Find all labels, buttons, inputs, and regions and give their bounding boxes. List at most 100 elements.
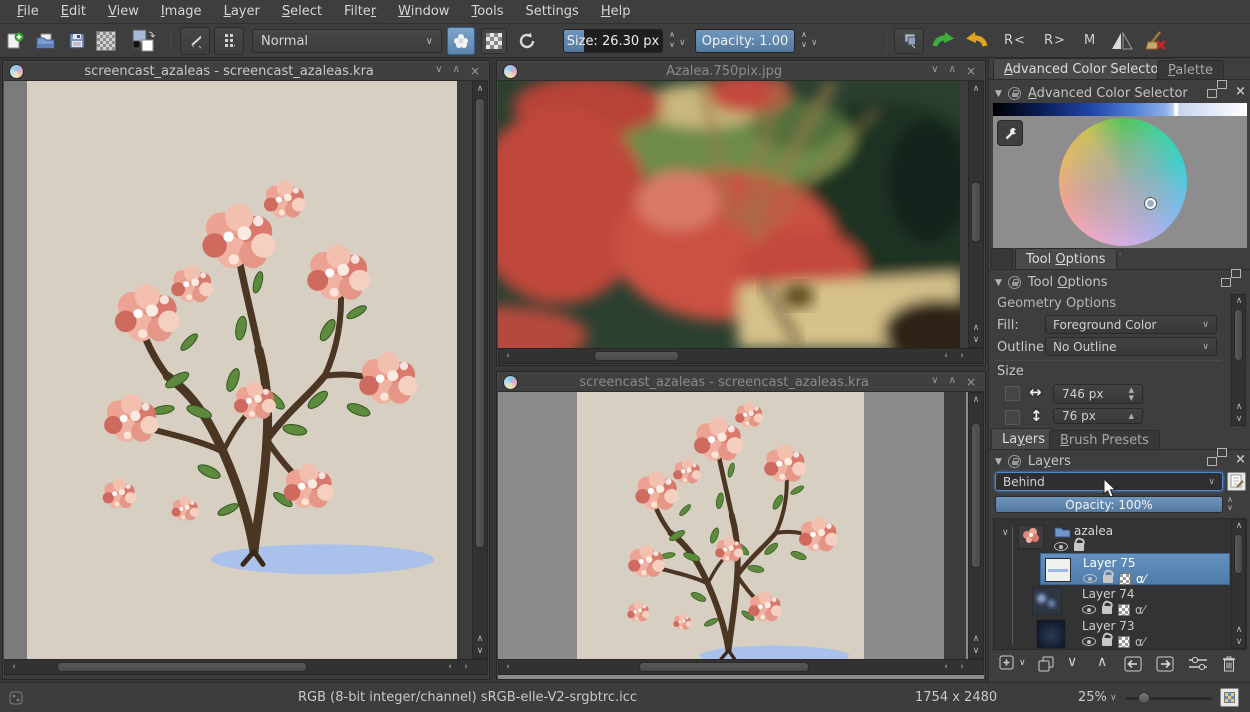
layer-flags[interactable] [1054, 539, 1084, 553]
scroll-left-icon[interactable]: ‹ [501, 351, 515, 361]
scroll-left-icon[interactable]: ‹ [443, 662, 457, 672]
menu-tools[interactable]: Tools [460, 1, 514, 22]
window2-vscrollbar[interactable]: ∧ ∧ ∨ [968, 81, 984, 348]
layer-row-azalea[interactable]: ∨ azalea [994, 521, 1230, 553]
scroll-handle[interactable] [971, 423, 981, 568]
window3-viewport[interactable]: ∧ ∧ ∨ ‹ ‹ › [498, 392, 984, 679]
menu-view[interactable]: View [97, 1, 150, 22]
close-docker-icon[interactable]: × [1235, 84, 1246, 99]
restore-icon[interactable]: ∨ [435, 64, 442, 78]
zoom-chevron-icon[interactable]: ∨ [1110, 693, 1117, 703]
freehand-tool-button[interactable] [180, 27, 210, 55]
window3-titlebar[interactable]: screencast_azaleas - screencast_azaleas.… [498, 373, 984, 392]
collapse-triangle-icon[interactable]: ▼ [995, 278, 1002, 288]
scroll-down-icon[interactable]: ∨ [1232, 637, 1246, 647]
layer-properties-button[interactable] [1187, 655, 1209, 677]
tab-tool-options[interactable]: Tool Options [1015, 248, 1117, 269]
tab-brush-presets[interactable]: Brush Presets [1049, 430, 1160, 449]
scroll-left-icon[interactable]: ‹ [939, 351, 953, 361]
tab-palette[interactable]: Palette [1157, 60, 1224, 79]
scroll-handle[interactable] [1234, 309, 1243, 361]
scroll-handle[interactable] [971, 182, 981, 242]
alpha-checker-icon[interactable] [1118, 636, 1130, 648]
selector-settings-button[interactable] [997, 120, 1023, 146]
window3-hscrollbar[interactable]: ‹ ‹ › [498, 659, 984, 675]
menu-settings[interactable]: Settings [514, 1, 589, 22]
brush-preset-chooser-button[interactable] [214, 27, 244, 55]
opacity-spin-buttons[interactable]: ∧∨ [798, 30, 810, 52]
fill-combobox[interactable]: Foreground Color∨ [1045, 315, 1217, 334]
visibility-eye-icon[interactable] [1082, 605, 1096, 614]
add-layer-button[interactable] [999, 655, 1015, 675]
alpha-inherit-icon[interactable]: α⁄ [1136, 572, 1146, 586]
height-lock-checkbox[interactable] [1005, 410, 1020, 425]
opacity-spin-buttons[interactable]: ∧∨ [1227, 496, 1233, 512]
window1-vscrollbar[interactable]: ∧ ∧ ∨ [472, 81, 488, 659]
restore-icon[interactable]: ∨ [931, 375, 938, 389]
scroll-up-icon[interactable]: ∧ [1232, 521, 1246, 531]
color-wheel[interactable] [1059, 118, 1187, 246]
window1-hscrollbar[interactable]: ‹ ‹ › [4, 659, 488, 675]
layer-lock-icon[interactable] [1102, 638, 1112, 646]
window1-titlebar[interactable]: screencast_azaleas - screencast_azaleas.… [4, 62, 488, 81]
workspace-chooser-button[interactable] [894, 28, 924, 54]
duplicate-layer-button[interactable] [1037, 655, 1055, 677]
collapse-triangle-icon[interactable]: ▼ [995, 457, 1002, 467]
document-window-1[interactable]: screencast_azaleas - screencast_azaleas.… [2, 60, 490, 680]
scroll-left-icon[interactable]: ‹ [7, 662, 21, 672]
alpha-inherit-icon[interactable]: α⁄ [1135, 603, 1145, 617]
scroll-right-icon[interactable]: › [955, 351, 969, 361]
window2-hscrollbar[interactable]: ‹ ‹ › [498, 348, 984, 364]
layer-flags[interactable]: α⁄ [1082, 602, 1145, 617]
document-window-3[interactable]: screencast_azaleas - screencast_azaleas.… [496, 371, 986, 680]
layer-flags[interactable]: α⁄ [1082, 634, 1145, 649]
collapse-triangle-icon[interactable]: ▼ [995, 89, 1002, 99]
tool-docker-header[interactable]: ▼ Tool Options [995, 275, 1107, 290]
scroll-down-icon[interactable]: ∨ [473, 646, 487, 656]
mirror-mode-button[interactable]: M [1084, 33, 1096, 48]
blend-mode-combobox[interactable]: Normal ∨ [252, 29, 442, 53]
save-document-button[interactable] [68, 28, 86, 54]
maximize-icon[interactable]: ∧ [949, 375, 956, 389]
height-spinbox[interactable]: 76 px ▲ [1053, 408, 1143, 424]
scroll-handle[interactable] [475, 98, 485, 548]
undo-button[interactable] [962, 28, 990, 54]
opacity-options-chevron[interactable]: ∨ [811, 38, 818, 48]
width-lock-checkbox[interactable] [1005, 386, 1020, 401]
scroll-up-icon[interactable]: ∧ [969, 395, 983, 405]
scroll-handle[interactable] [639, 662, 809, 672]
rotate-canvas-left-button[interactable]: R< [1004, 33, 1026, 48]
maximize-icon[interactable]: ∧ [949, 64, 956, 78]
scroll-handle[interactable] [594, 351, 679, 361]
window2-titlebar[interactable]: Azalea.750pix.jpg ∨∧× [498, 62, 984, 81]
zoom-level-value[interactable]: 25% [1078, 690, 1107, 705]
document-window-2[interactable]: Azalea.750pix.jpg ∨∧× [496, 60, 986, 366]
scroll-up-icon[interactable]: ∧ [473, 84, 487, 94]
visibility-eye-icon[interactable] [1082, 637, 1096, 646]
close-icon[interactable]: × [966, 375, 976, 389]
layers-scrollbar[interactable]: ∧ ∧ ∨ [1231, 519, 1246, 649]
scroll-up-icon[interactable]: ∧ [1232, 296, 1246, 306]
scroll-up-icon[interactable]: ∧ [969, 634, 983, 644]
scroll-up-icon[interactable]: ∧ [969, 84, 983, 94]
window3-vscrollbar[interactable]: ∧ ∧ ∨ [968, 392, 984, 659]
scroll-up-icon[interactable]: ∧ [1232, 625, 1246, 635]
expand-chevron-icon[interactable]: ∨ [1002, 528, 1009, 538]
scroll-left-icon[interactable]: ‹ [501, 662, 515, 672]
tab-advanced-color-selector[interactable]: Advanced Color Selector [993, 58, 1175, 79]
close-icon[interactable]: × [470, 64, 480, 78]
layers-list[interactable]: ∨ azalea Layer 75 α⁄ [993, 518, 1247, 650]
menu-filter[interactable]: Filter [333, 1, 387, 22]
eraser-mode-button[interactable] [447, 27, 475, 55]
layer-row-73[interactable]: Layer 73 α⁄ [1040, 617, 1230, 649]
window1-viewport[interactable]: ∧ ∧ ∨ ‹ ‹ › [4, 81, 488, 679]
layer-flags[interactable]: α⁄ [1083, 571, 1146, 586]
zoom-slider-handle[interactable] [1138, 692, 1150, 704]
alpha-inherit-icon[interactable]: α⁄ [1135, 635, 1145, 649]
layer-lock-icon[interactable] [1103, 575, 1113, 583]
menu-select[interactable]: Select [271, 1, 333, 22]
layer-lock-icon[interactable] [1074, 543, 1084, 551]
scroll-right-icon[interactable]: › [459, 662, 473, 672]
tool-options-scrollbar[interactable]: ∧ ∧ ∨ [1231, 294, 1246, 426]
spin-arrows-icon[interactable]: ▲ [1129, 412, 1134, 420]
